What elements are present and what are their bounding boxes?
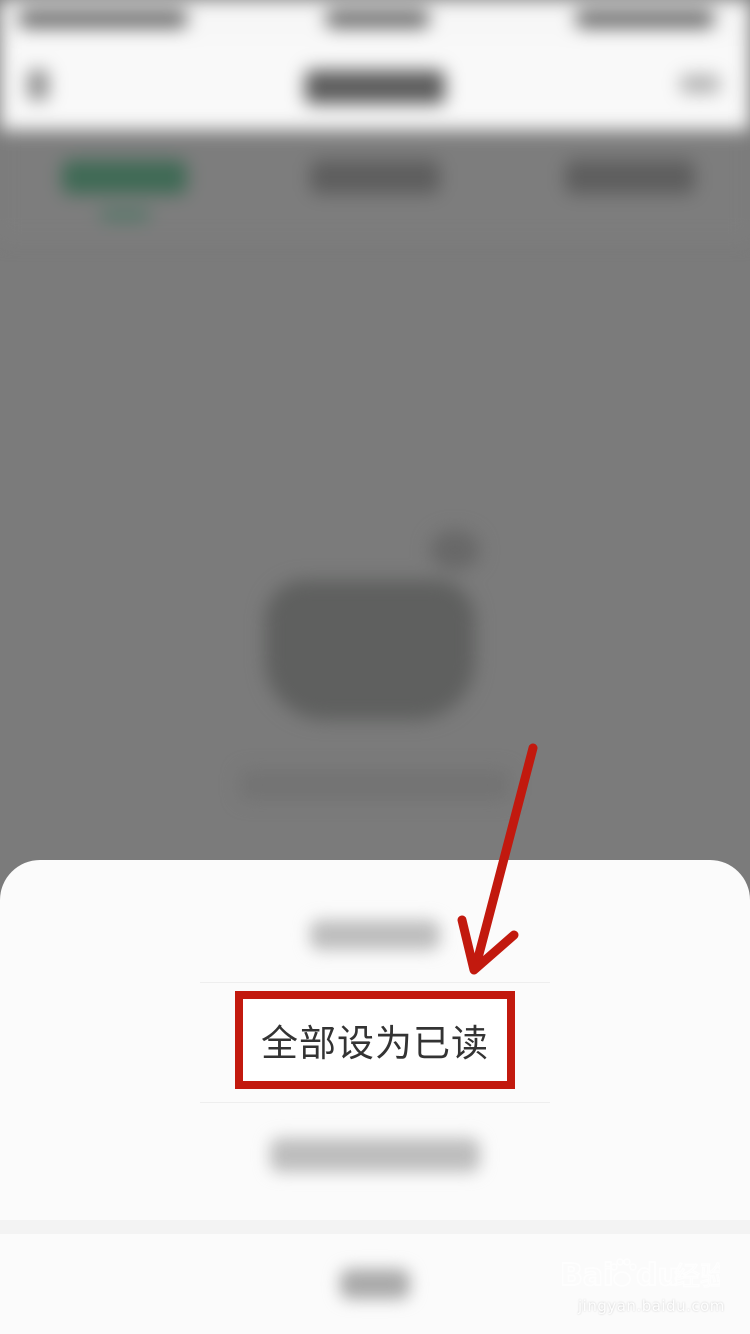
empty-state-text (240, 770, 510, 800)
svg-text:经验: 经验 (674, 1262, 720, 1292)
cancel-button-label (340, 1269, 410, 1299)
sheet-option-3[interactable] (0, 1100, 750, 1210)
svg-text:Bai: Bai (560, 1258, 613, 1293)
tab-active[interactable] (62, 160, 187, 194)
watermark: Bai du 经验 jingyan.baidu.com (560, 1245, 740, 1325)
screen: 全部设为已读 Bai du 经验 jingyan.baidu.com (0, 0, 750, 1334)
mark-all-read-label: 全部设为已读 (261, 1022, 489, 1065)
status-carrier (18, 10, 188, 28)
status-bar (0, 0, 750, 40)
tab-third[interactable] (565, 160, 695, 194)
back-icon[interactable] (28, 70, 48, 100)
mark-all-read-button[interactable]: 全部设为已读 (0, 980, 750, 1100)
tab-second[interactable] (310, 160, 440, 194)
empty-state-icon-dot (430, 530, 480, 570)
status-battery (575, 10, 715, 28)
status-time (325, 10, 430, 28)
baidu-paw-logo-icon: Bai du 经验 (560, 1257, 720, 1294)
page-title (305, 70, 445, 104)
sheet-option-1[interactable] (0, 890, 750, 980)
tab-bar (0, 130, 750, 240)
tab-underline (100, 210, 150, 220)
navigation-bar (0, 40, 750, 130)
annotation-highlight-box: 全部设为已读 (235, 991, 515, 1089)
empty-state-icon (265, 580, 475, 720)
more-icon[interactable] (680, 75, 720, 93)
sheet-option-3-label (270, 1138, 480, 1172)
sheet-separator (0, 1220, 750, 1234)
watermark-url: jingyan.baidu.com (578, 1297, 725, 1315)
svg-text:du: du (636, 1258, 679, 1293)
sheet-option-1-label (310, 920, 440, 950)
